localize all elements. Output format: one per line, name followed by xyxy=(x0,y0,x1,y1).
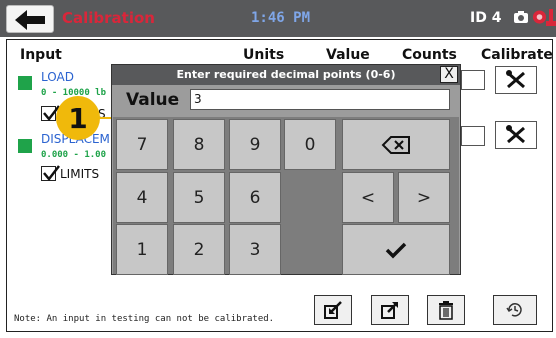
limits-checkbox[interactable] xyxy=(41,165,60,181)
key-5[interactable]: 5 xyxy=(173,172,225,223)
key-8[interactable]: 8 xyxy=(173,119,225,170)
step-badge: 1 xyxy=(56,96,100,140)
back-button[interactable] xyxy=(6,5,54,33)
confirm-key[interactable] xyxy=(342,224,450,275)
value-label: Value xyxy=(126,90,180,110)
header-calibrate: Calibrate xyxy=(481,47,553,63)
device-id: ID 4 xyxy=(470,10,502,26)
checkmark-icon xyxy=(43,165,60,181)
footer-note: Note: An input in testing can not be cal… xyxy=(14,314,275,324)
delete-button[interactable] xyxy=(427,295,465,325)
export-button[interactable] xyxy=(371,295,409,325)
arrow-left-icon xyxy=(15,10,45,30)
page-title: Calibration xyxy=(62,9,155,27)
key-9[interactable]: 9 xyxy=(229,119,281,170)
channel-range: 0.000 - 1.00 xyxy=(41,150,107,160)
import-icon xyxy=(324,301,342,319)
decimal-points-dialog: Enter required decimal points (0-6) X Va… xyxy=(111,64,461,275)
usb-icon xyxy=(546,9,556,26)
key-2[interactable]: 2 xyxy=(173,224,225,275)
history-button[interactable] xyxy=(493,295,537,325)
channel-status-indicator xyxy=(18,76,32,90)
calibrate-button[interactable] xyxy=(495,66,537,94)
wrench-screwdriver-icon xyxy=(506,125,525,144)
checkmark-icon xyxy=(385,242,407,258)
limits-label: LIMITS xyxy=(60,167,100,181)
key-3[interactable]: 3 xyxy=(229,224,281,275)
counts-field xyxy=(461,126,485,146)
counts-field xyxy=(461,70,485,90)
network-globe-icon[interactable] xyxy=(532,9,547,25)
value-input[interactable]: 3 xyxy=(190,89,450,110)
dialog-title: Enter required decimal points (0-6) xyxy=(112,65,460,85)
calibrate-button[interactable] xyxy=(495,121,537,149)
channel-name: LOAD xyxy=(41,70,74,84)
header-value: Value xyxy=(326,47,370,63)
key-4[interactable]: 4 xyxy=(116,172,168,223)
top-bar: Calibration 1:46 PM ID 4 xyxy=(0,0,556,37)
channel-status-indicator xyxy=(18,139,32,153)
key-1[interactable]: 1 xyxy=(116,224,168,275)
backspace-icon xyxy=(381,135,410,154)
cursor-left-key[interactable]: < xyxy=(342,172,394,223)
header-counts: Counts xyxy=(402,47,457,63)
export-icon xyxy=(381,302,398,319)
backspace-key[interactable] xyxy=(342,119,450,170)
import-button[interactable] xyxy=(314,295,352,325)
header-units: Units xyxy=(243,47,285,63)
key-7[interactable]: 7 xyxy=(116,119,168,170)
camera-icon[interactable] xyxy=(513,9,529,25)
header-input: Input xyxy=(20,47,62,63)
wrench-screwdriver-icon xyxy=(506,70,525,89)
clock-time: 1:46 PM xyxy=(251,10,311,26)
limits-checkbox[interactable] xyxy=(41,105,60,121)
trash-icon xyxy=(439,301,453,320)
cursor-right-key[interactable]: > xyxy=(398,172,450,223)
key-0[interactable]: 0 xyxy=(284,119,336,170)
history-icon xyxy=(506,303,522,317)
dialog-close-button[interactable]: X xyxy=(440,66,458,83)
key-6[interactable]: 6 xyxy=(229,172,281,223)
